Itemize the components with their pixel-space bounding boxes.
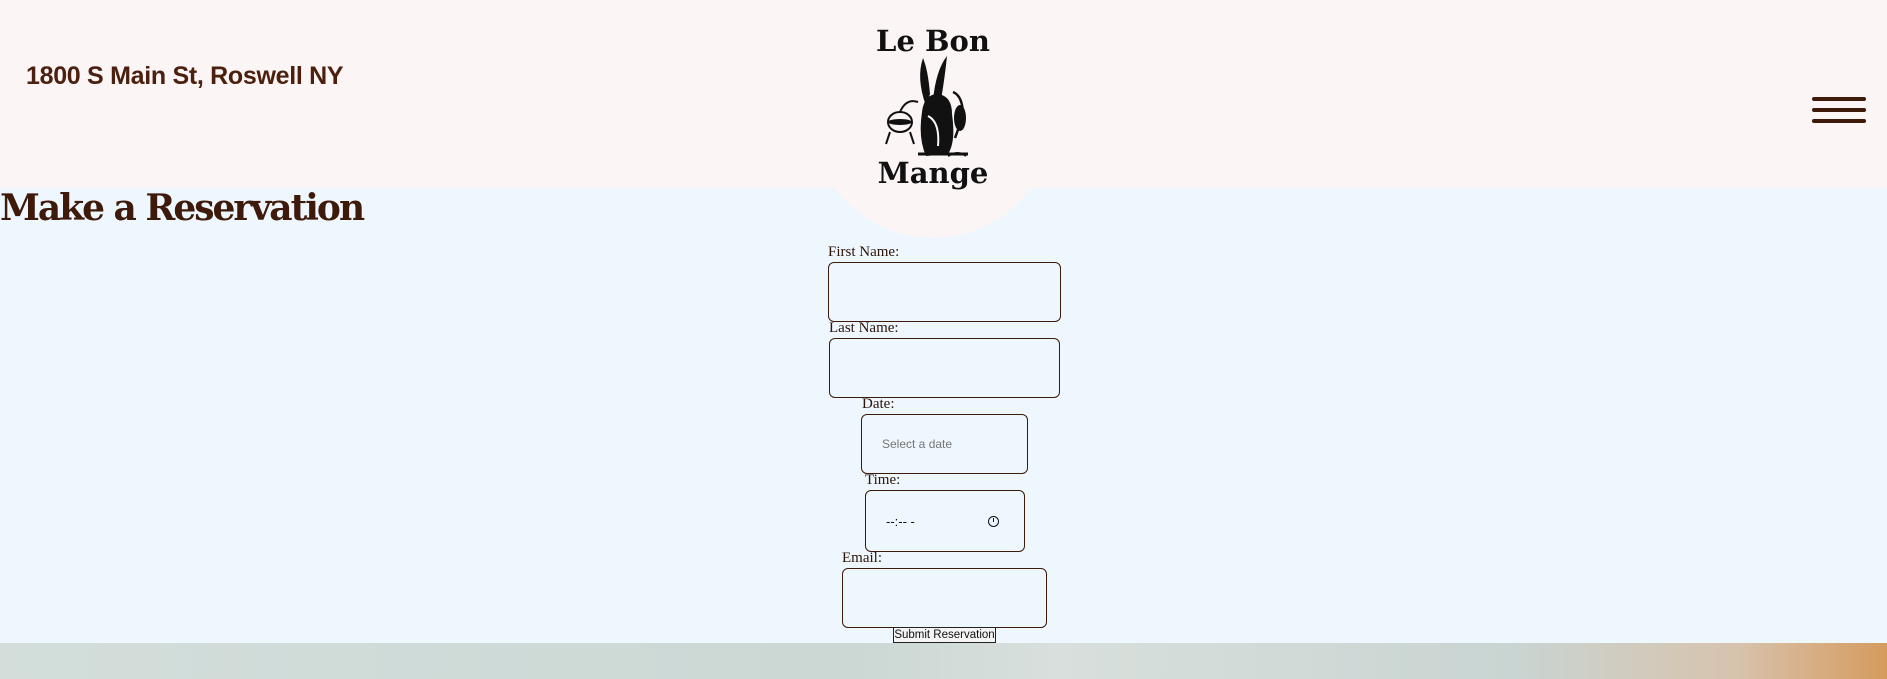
first-name-input[interactable] (828, 262, 1061, 322)
date-input[interactable] (861, 414, 1028, 474)
last-name-label: Last Name: (829, 320, 899, 336)
email-label: Email: (842, 550, 882, 566)
time-input[interactable]: --:-- - (865, 490, 1025, 552)
logo-text-bottom: Mange (877, 156, 989, 190)
time-placeholder: --:-- - (886, 514, 915, 529)
site-header: 1800 S Main St, Roswell NY Le Bon Mange (0, 0, 1887, 238)
email-input[interactable] (842, 568, 1047, 628)
time-label: Time: (865, 472, 901, 488)
page-title: Make a Reservation (0, 187, 365, 229)
last-name-input[interactable] (829, 338, 1060, 398)
clock-icon[interactable] (988, 516, 999, 527)
restaurant-address: 1800 S Main St, Roswell NY (26, 62, 344, 90)
date-label: Date: (862, 396, 895, 412)
hamburger-menu-icon[interactable] (1812, 97, 1866, 123)
submit-reservation-button[interactable]: Submit Reservation (893, 627, 996, 643)
rabbit-chef-illustration (885, 56, 968, 157)
logo-text-top: Le Bon (876, 24, 990, 58)
footer-photo (0, 643, 1887, 679)
logo[interactable]: Le Bon Mange (812, 0, 1054, 238)
first-name-label: First Name: (828, 244, 900, 260)
